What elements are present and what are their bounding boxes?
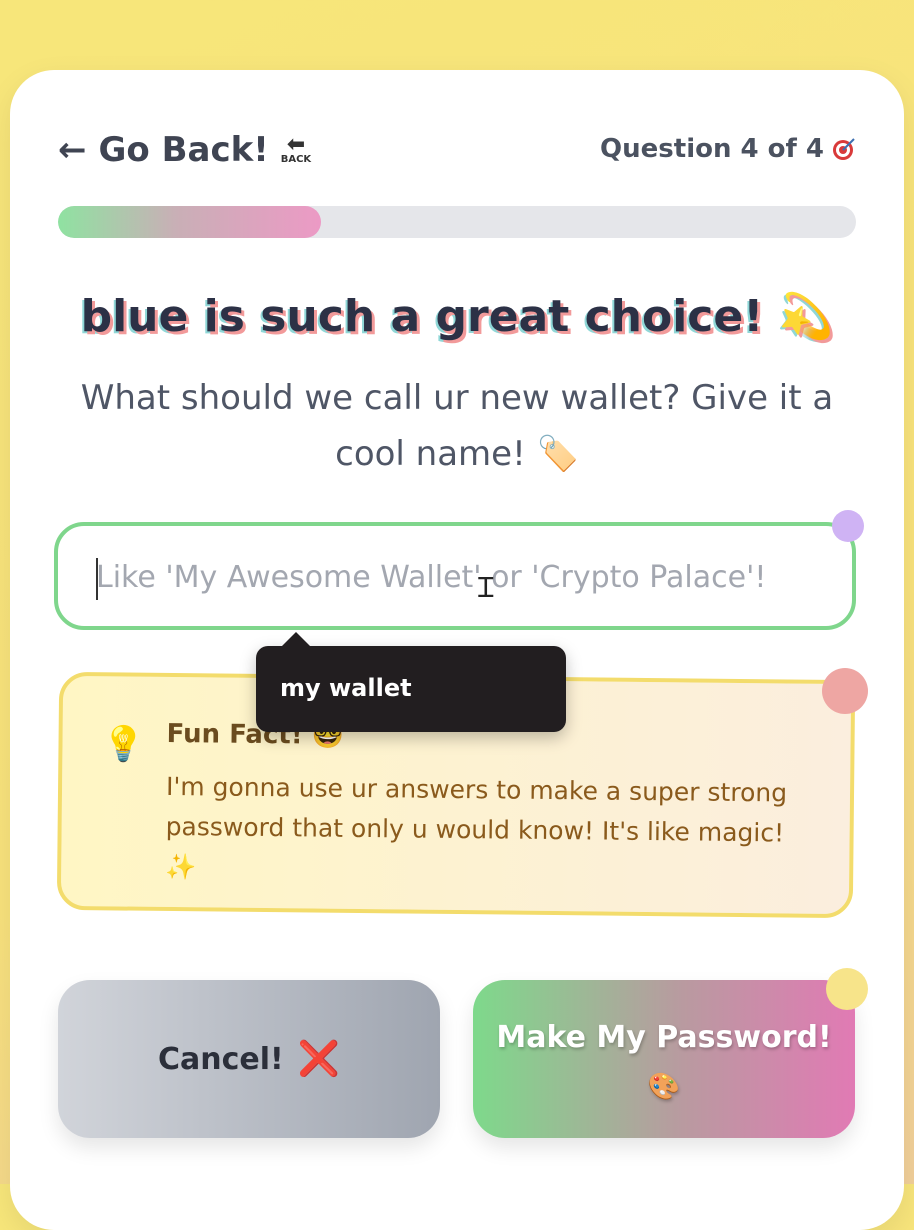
go-back-button[interactable]: ← Go Back! ⬅ BACK xyxy=(58,130,311,170)
fun-fact-body: I'm gonna use ur answers to make a super… xyxy=(165,771,788,882)
top-bar: ← Go Back! ⬅ BACK Question 4 of 4 xyxy=(58,130,856,170)
go-back-label: Go Back! xyxy=(98,130,269,170)
make-password-label: Make My Password! xyxy=(496,1020,832,1055)
tooltip-pointer xyxy=(282,632,310,646)
lightbulb-icon: 💡 xyxy=(102,724,146,765)
autocomplete-suggestion[interactable]: my wallet xyxy=(256,632,566,732)
decorative-dot xyxy=(822,668,868,714)
text-caret xyxy=(96,558,98,600)
cancel-label: Cancel! xyxy=(157,1041,284,1077)
cross-mark-icon: ❌ xyxy=(297,1039,341,1079)
decorative-dot xyxy=(832,510,864,542)
target-icon xyxy=(832,137,856,161)
page-subtitle: What should we call ur new wallet? Give … xyxy=(80,378,834,474)
progress-bar xyxy=(58,206,856,238)
wallet-setup-card: ← Go Back! ⬅ BACK Question 4 of 4 blue i… xyxy=(10,70,904,1230)
left-arrow-icon: ← xyxy=(58,130,87,170)
page-title: blue is such a great choice! 💫 xyxy=(80,291,834,342)
autocomplete-suggestion-text: my wallet xyxy=(280,674,412,702)
back-badge-text: BACK xyxy=(280,153,312,165)
wallet-name-field[interactable]: Ɪ xyxy=(54,522,856,630)
back-badge-icon: ⬅ BACK xyxy=(280,131,312,165)
decorative-dot xyxy=(826,968,868,1010)
question-counter: Question 4 of 4 xyxy=(600,134,856,164)
wallet-name-input[interactable] xyxy=(94,526,832,628)
cancel-button[interactable]: Cancel! ❌ xyxy=(58,980,440,1138)
question-counter-text: Question 4 of 4 xyxy=(600,134,824,164)
text-cursor-icon: Ɪ xyxy=(478,571,494,604)
progress-bar-fill xyxy=(58,206,322,238)
palette-icon: 🎨 xyxy=(647,1072,681,1102)
make-password-button[interactable]: Make My Password! 🎨 xyxy=(473,980,855,1138)
